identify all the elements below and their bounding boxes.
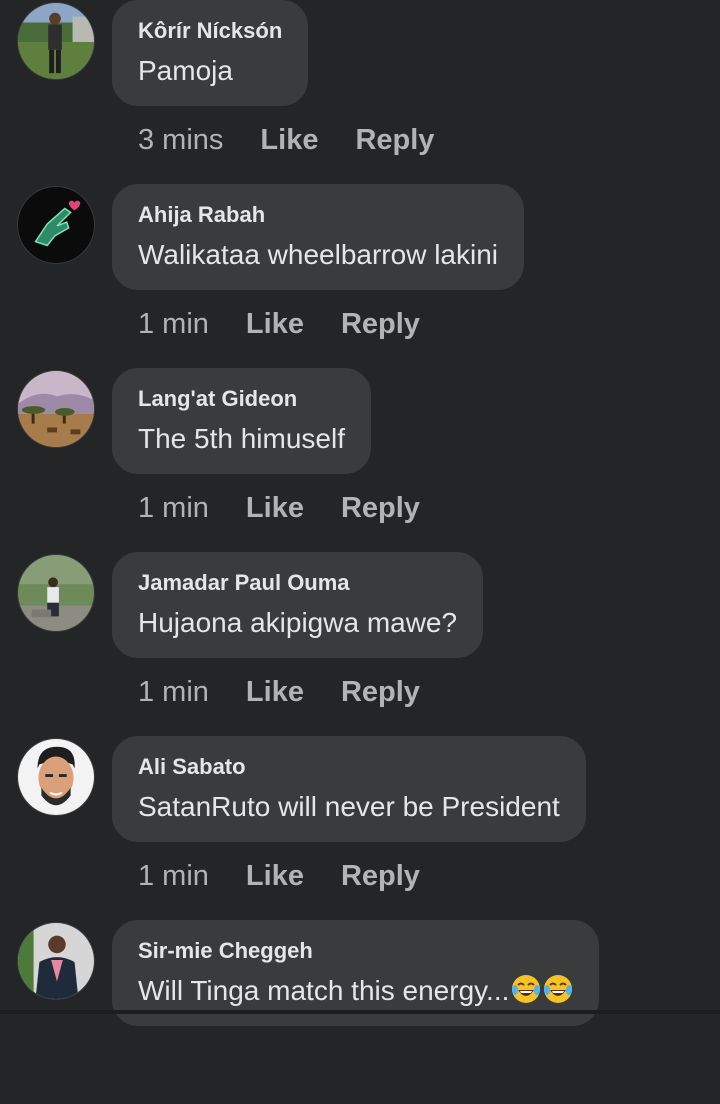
avatar[interactable] [17,922,95,1000]
like-button[interactable]: Like [246,306,304,342]
comment-bubble: Ali Sabato SatanRuto will never be Presi… [112,736,586,842]
comment-timestamp[interactable]: 1 min [138,858,209,894]
comment-timestamp[interactable]: 1 min [138,674,209,710]
man-standing-avatar-icon [18,3,94,79]
like-button[interactable]: Like [246,674,304,710]
hand-heart-avatar-icon [18,187,94,263]
like-button[interactable]: Like [246,858,304,894]
avatar[interactable] [17,370,95,448]
comment-text: Will Tinga match this energy... [138,975,510,1006]
comment-bubble: Kôrír Nícksón Pamoja [112,0,309,106]
comment-bubble: Ahija Rabah Walikataa wheelbarrow lakini [112,184,525,290]
comment-timestamp[interactable]: 1 min [138,306,209,342]
comment-actions: 3 mins Like Reply [138,122,434,158]
savanna-landscape-avatar-icon [18,371,94,447]
comment-author[interactable]: Sir-mie Cheggeh [138,936,573,966]
screen-bottom-edge [0,1010,720,1014]
comment-bubble: Lang'at Gideon The 5th himuself [112,368,371,474]
comment-text-row: Will Tinga match this energy... [138,970,573,1012]
man-sitting-avatar-icon [18,555,94,631]
tears-of-joy-emoji-icon [512,975,541,1003]
comment-timestamp[interactable]: 3 mins [138,122,223,158]
avatar[interactable] [17,2,95,80]
comment-text: Pamoja [138,55,233,86]
comment-text: The 5th himuself [138,423,345,454]
comment-item: Ahija Rabah Walikataa wheelbarrow lakini… [0,184,720,368]
avatar[interactable] [17,554,95,632]
comment-actions: 1 min Like Reply [138,858,420,894]
comment-item: Lang'at Gideon The 5th himuself 1 min Li… [0,368,720,552]
comment-bubble: Jamadar Paul Ouma Hujaona akipigwa mawe? [112,552,484,658]
comment-actions: 1 min Like Reply [138,490,420,526]
comment-item: Jamadar Paul Ouma Hujaona akipigwa mawe?… [0,552,720,736]
tears-of-joy-emoji-icon [544,975,573,1003]
avatar[interactable] [17,738,95,816]
comment-item: Kôrír Nícksón Pamoja 3 mins Like Reply [0,0,720,184]
comment-item: Ali Sabato SatanRuto will never be Presi… [0,736,720,920]
avatar[interactable] [17,186,95,264]
comment-author[interactable]: Kôrír Nícksón [138,16,282,46]
reply-button[interactable]: Reply [341,674,420,710]
man-suit-avatar-icon [18,923,94,999]
comment-text: SatanRuto will never be President [138,791,560,822]
reply-button[interactable]: Reply [341,306,420,342]
like-button[interactable]: Like [246,490,304,526]
comment-actions: 1 min Like Reply [138,674,420,710]
reply-button[interactable]: Reply [341,858,420,894]
comment-author[interactable]: Ahija Rabah [138,200,498,230]
comment-author[interactable]: Jamadar Paul Ouma [138,568,457,598]
comment-text: Walikataa wheelbarrow lakini [138,239,499,270]
reply-button[interactable]: Reply [341,490,420,526]
like-button[interactable]: Like [260,122,318,158]
comment-timestamp[interactable]: 1 min [138,490,209,526]
comment-author[interactable]: Lang'at Gideon [138,384,345,414]
reply-button[interactable]: Reply [355,122,434,158]
comment-actions: 1 min Like Reply [138,306,420,342]
comment-author[interactable]: Ali Sabato [138,752,560,782]
cartoon-face-avatar-icon [18,739,94,815]
comment-text: Hujaona akipigwa mawe? [138,607,458,638]
